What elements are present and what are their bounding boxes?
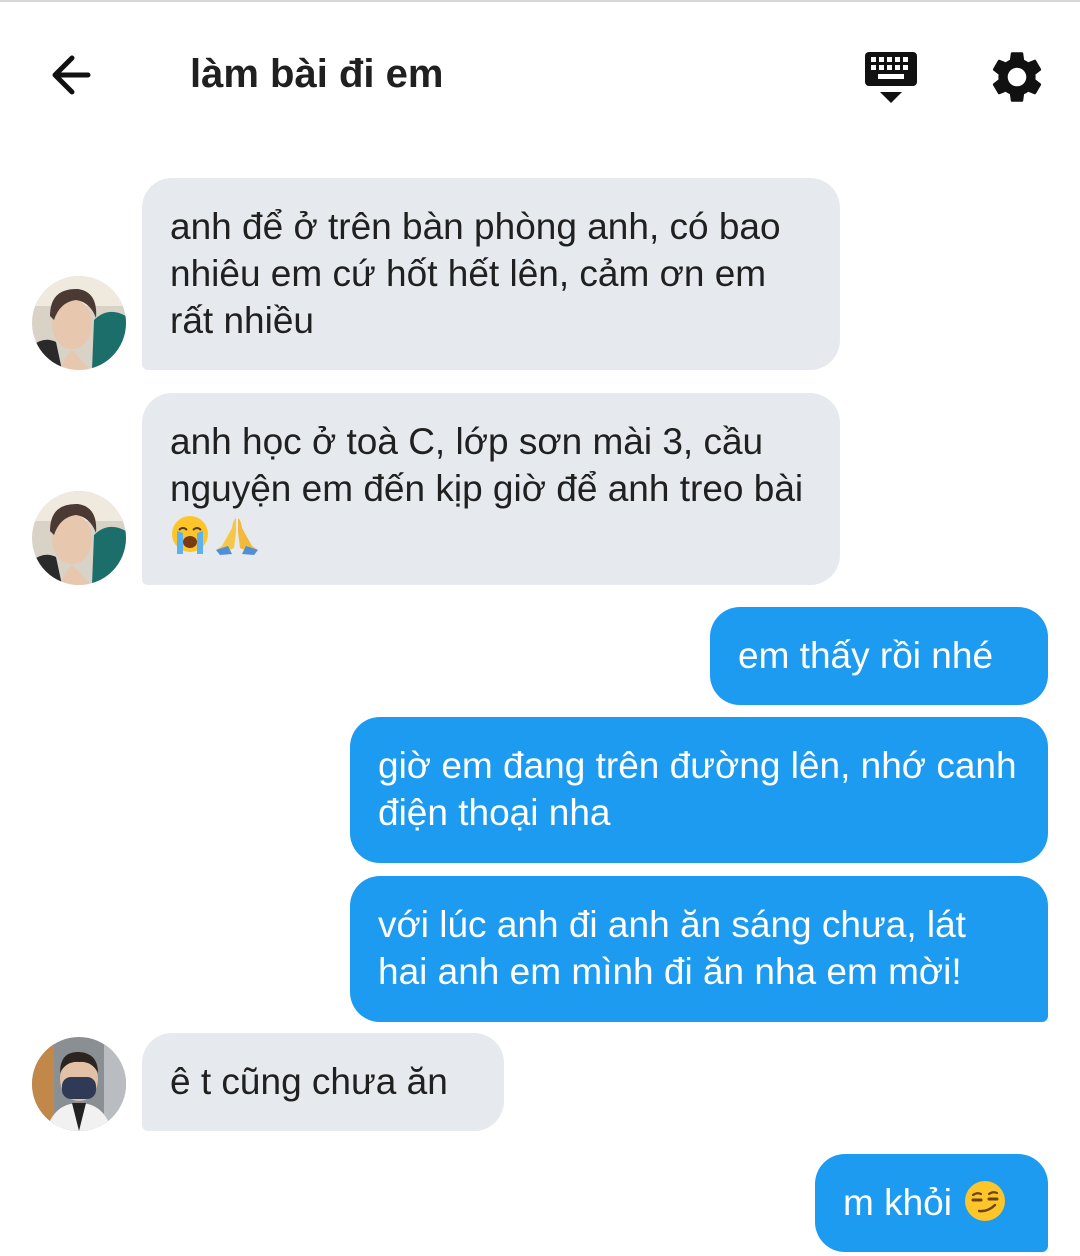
arrow-left-icon xyxy=(52,55,91,95)
avatar[interactable] xyxy=(32,1037,126,1131)
folded-hands-emoji xyxy=(214,514,260,567)
loudly-crying-face-emoji xyxy=(170,514,214,567)
message-text: anh học ở toà C, lớp sơn mài 3, cầu nguy… xyxy=(170,421,804,509)
sender-avatar-photo xyxy=(32,276,126,370)
message-bubble-incoming[interactable]: anh học ở toà C, lớp sơn mài 3, cầu nguy… xyxy=(142,393,840,585)
sender-avatar-photo xyxy=(32,491,126,585)
message-bubble-incoming[interactable]: anh để ở trên bàn phòng anh, có bao nhiê… xyxy=(142,178,840,370)
message-text: ê t cũng chưa ăn xyxy=(170,1061,448,1102)
avatar[interactable] xyxy=(32,491,126,585)
settings-button[interactable] xyxy=(986,46,1048,108)
message-text: giờ em đang trên đường lên, nhớ canh điệ… xyxy=(378,745,1017,833)
message-bubble-incoming[interactable]: ê t cũng chưa ăn xyxy=(142,1033,504,1131)
keyboard-hide-icon xyxy=(865,52,917,103)
sender-avatar-photo xyxy=(32,1037,126,1131)
message-text: m khỏi xyxy=(843,1182,952,1223)
message-text: anh để ở trên bàn phòng anh, có bao nhiê… xyxy=(170,206,781,341)
message-text: em thấy rồi nhé xyxy=(738,635,994,676)
smirking-face-emoji xyxy=(962,1179,1008,1234)
message-bubble-outgoing[interactable]: m khỏi xyxy=(815,1154,1048,1252)
message-bubble-outgoing[interactable]: giờ em đang trên đường lên, nhớ canh điệ… xyxy=(350,717,1048,863)
message-bubble-outgoing[interactable]: với lúc anh đi anh ăn sáng chưa, lát hai… xyxy=(350,876,1048,1022)
gear-icon xyxy=(992,52,1042,102)
avatar[interactable] xyxy=(32,276,126,370)
message-text: với lúc anh đi anh ăn sáng chưa, lát hai… xyxy=(378,904,966,992)
message-bubble-outgoing[interactable]: em thấy rồi nhé xyxy=(710,607,1048,705)
hide-keyboard-button[interactable] xyxy=(858,46,924,108)
chat-header: làm bài đi em xyxy=(0,2,1080,142)
back-button[interactable] xyxy=(40,46,104,104)
conversation-title: làm bài đi em xyxy=(190,52,444,96)
